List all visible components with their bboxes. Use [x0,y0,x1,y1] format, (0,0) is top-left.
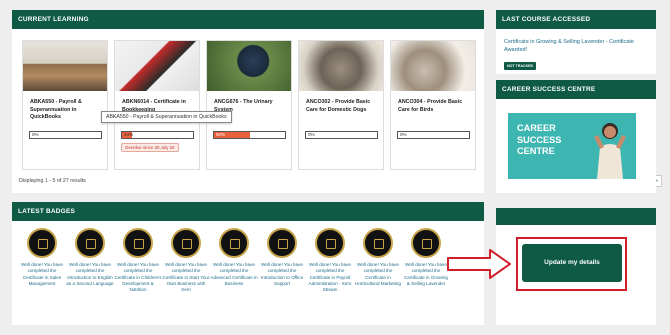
course-title[interactable]: ABKA550 - Payroll & Superannuation in Qu… [23,91,107,125]
course-card[interactable]: ANCO302 - Provide Basic Care for Domesti… [298,40,384,170]
badge-item[interactable]: Well done! You have completed the Introd… [66,228,114,287]
badge-item[interactable]: Well done! You have completed the Advanc… [210,228,258,287]
latest-badges-panel: LATEST BADGES Well done! You have comple… [12,202,484,325]
badge-medal-icon [171,228,201,258]
badge-medal-icon [411,228,441,258]
results-summary: Displaying 1 - 5 of 27 results [19,178,86,184]
update-details-panel: Update my details [496,208,656,325]
update-details-button[interactable]: Update my details [522,244,622,282]
highlight-box: Update my details [516,237,627,291]
career-centre-panel: CAREER SUCCESS CENTRE CAREER SUCCESS CEN… [496,80,656,193]
course-image [115,41,199,91]
badge-medal-icon [363,228,393,258]
badge-item[interactable]: Well done! You have completed the Introd… [258,228,306,287]
course-card[interactable]: ABKN6014 - Certificate in Bookkeeping 14… [114,40,200,170]
course-card[interactable]: ANCG676 - The Urinary System 50% [206,40,292,170]
badge-item[interactable]: Well done! You have completed the Certif… [162,228,210,293]
career-centre-banner[interactable]: CAREER SUCCESS CENTRE [508,113,636,179]
badge-item[interactable]: Well done! You have completed the Certif… [354,228,402,287]
badge-medal-icon [123,228,153,258]
course-card[interactable]: ANCO304 - Provide Basic Care for Birds 0… [390,40,476,170]
progress-bar: 14% [121,131,194,139]
badge-medal-icon [315,228,345,258]
current-learning-panel: CURRENT LEARNING ABKA550 - Payroll & Sup… [12,10,484,193]
overdue-badge: Overdue since 30 July 25 [121,143,179,152]
banner-text: CAREER SUCCESS CENTRE [517,123,562,156]
course-tooltip: ABKA550 - Payroll & Superannuation in Qu… [101,111,232,123]
badge-medal-icon [27,228,57,258]
course-image [23,41,107,91]
progress-bar: 50% [213,131,286,139]
badge-medal-icon [267,228,297,258]
badge-item[interactable]: Well done! You have completed the Certif… [18,228,66,287]
last-course-panel: LAST COURSE ACCESSED Certificate in Grow… [496,10,656,74]
course-title[interactable]: ANCO304 - Provide Basic Care for Birds [391,91,475,125]
badge-item[interactable]: Well done! You have completed the Certif… [114,228,162,293]
update-panel-header [496,208,656,225]
not-tracked-badge: NOT TRACKED [504,62,537,70]
progress-bar: 0% [29,131,102,139]
progress-bar: 0% [397,131,470,139]
last-course-header: LAST COURSE ACCESSED [496,10,656,29]
badge-item[interactable]: Well done! You have completed the Certif… [306,228,354,293]
last-course-link[interactable]: Certificate in Growing & Selling Lavende… [496,29,656,54]
course-image [391,41,475,91]
course-cards: ABKA550 - Payroll & Superannuation in Qu… [22,40,482,170]
badge-item[interactable]: Well done! You have completed the Certif… [402,228,450,287]
course-image [207,41,291,91]
course-card[interactable]: ABKA550 - Payroll & Superannuation in Qu… [22,40,108,170]
career-centre-header: CAREER SUCCESS CENTRE [496,80,656,99]
progress-bar: 0% [305,131,378,139]
badge-medal-icon [219,228,249,258]
course-title[interactable]: ANCO302 - Provide Basic Care for Domesti… [299,91,383,125]
current-learning-header: CURRENT LEARNING [12,10,484,29]
course-image [299,41,383,91]
latest-badges-header: LATEST BADGES [12,202,484,221]
pointer-arrow-icon [447,249,511,279]
badge-medal-icon [75,228,105,258]
person-illustration-icon [594,123,626,179]
